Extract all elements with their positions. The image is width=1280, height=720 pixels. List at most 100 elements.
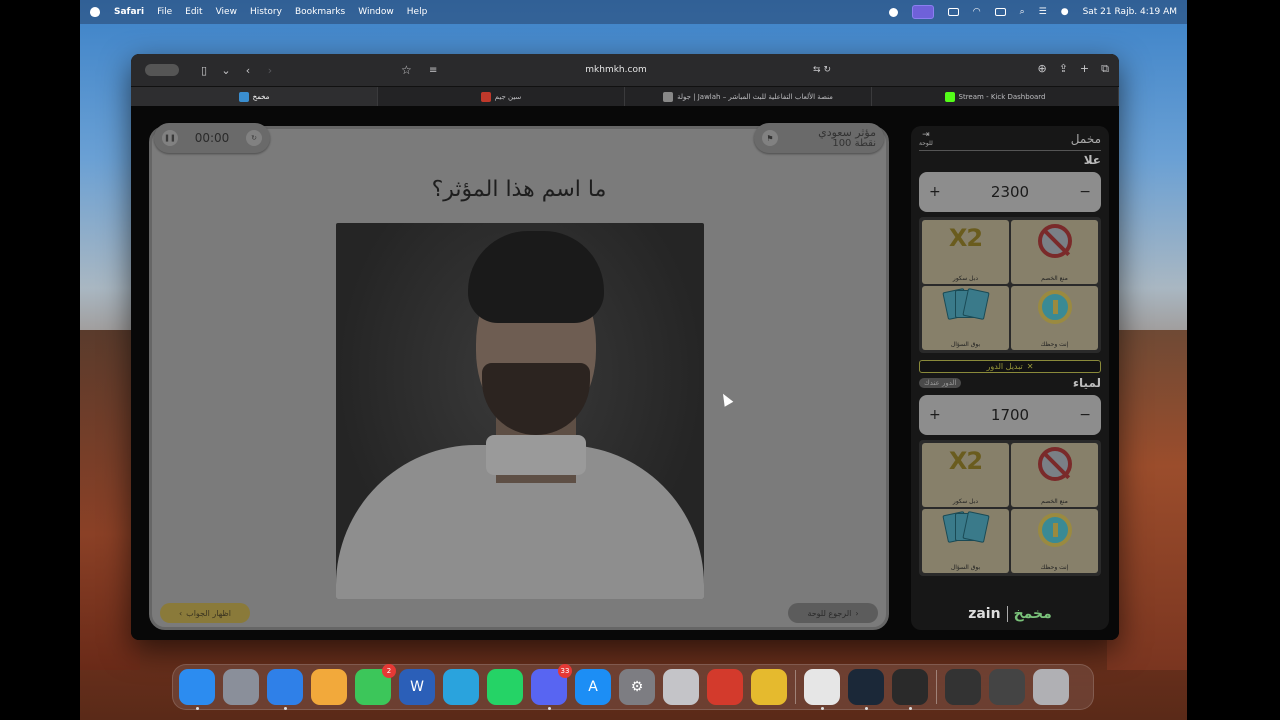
swap-label: تبديل الدور	[986, 362, 1023, 371]
question-image	[336, 223, 704, 599]
back-to-board-button[interactable]: الرجوع للوحة ›	[788, 603, 878, 623]
dock-chrome-icon[interactable]	[751, 669, 787, 705]
downloads-icon[interactable]: ⊕	[1037, 62, 1046, 76]
dock-whatsapp-icon[interactable]	[487, 669, 523, 705]
dock-trash-icon[interactable]	[1033, 669, 1069, 705]
dock-word-icon[interactable]: W	[399, 669, 435, 705]
tab-label: Stream - Kick Dashboard	[958, 92, 1046, 101]
powerup-luck-wheel[interactable]: إنت وحظك	[1011, 286, 1098, 350]
dock-obs-icon[interactable]	[892, 669, 928, 710]
dock-finder-icon[interactable]	[179, 669, 215, 710]
translate-reload-icon[interactable]: ⇆ ↻	[813, 65, 831, 75]
dock-safari-icon[interactable]	[267, 669, 303, 710]
menu-help[interactable]: Help	[407, 7, 428, 17]
menu-history[interactable]: History	[250, 7, 282, 17]
tab-overview-icon[interactable]: ⧉	[1101, 62, 1109, 76]
powerup-block-opponent[interactable]: منع الخصم	[1011, 220, 1098, 284]
dock-system-settings-icon[interactable]: ⚙	[619, 669, 655, 705]
powerup-block-opponent[interactable]: منع الخصم	[1011, 443, 1098, 507]
team-1-name: علا	[1083, 153, 1101, 167]
powerup-question-horn[interactable]: بوق السؤال	[922, 509, 1009, 573]
score-decrement-button[interactable]: −	[1079, 407, 1091, 423]
image-collar	[486, 435, 586, 475]
menubar-datetime[interactable]: Sat 21 Rajb. 4:19 AM	[1083, 7, 1177, 17]
score-increment-button[interactable]: +	[929, 184, 941, 200]
sidebar-toggle-icon[interactable]: ▯	[197, 63, 211, 77]
share-icon[interactable]: ⇪	[1059, 62, 1068, 76]
menu-file[interactable]: File	[157, 7, 172, 17]
score-decrement-button[interactable]: −	[1079, 184, 1091, 200]
powerup-label: إنت وحظك	[1040, 341, 1069, 348]
menu-app-name[interactable]: Safari	[114, 7, 144, 17]
powerup-luck-wheel[interactable]: إنت وحظك	[1011, 509, 1098, 573]
swap-turn-button[interactable]: تبديل الدور ✕	[919, 360, 1101, 373]
menu-edit[interactable]: Edit	[185, 7, 202, 17]
category-points: 100 نقطة	[832, 137, 876, 149]
show-answer-label: اظهار الجواب	[186, 608, 232, 618]
powerup-question-horn[interactable]: بوق السؤال	[922, 286, 1009, 350]
dock-launchpad-icon[interactable]	[223, 669, 259, 705]
back-to-board-link[interactable]: ⇥ للوحة	[919, 130, 933, 147]
facetime-badge: 2	[382, 664, 396, 678]
zain-logo: zain	[968, 606, 1001, 622]
dock-iphone-mirroring-icon[interactable]	[663, 669, 699, 705]
question-text: ما اسم هذا المؤثر؟	[431, 177, 607, 202]
chevron-left-icon: ‹	[178, 608, 183, 618]
x2-icon: X2	[948, 447, 983, 475]
tab-label: جولة | Jawlah – منصة الألعاب التفاعلية ل…	[677, 92, 833, 101]
powerup-double-score[interactable]: X2 دبل سكور	[922, 220, 1009, 284]
tab-kick[interactable]: Stream - Kick Dashboard	[872, 87, 1119, 106]
reset-icon[interactable]: ↻	[246, 130, 262, 146]
chevron-down-icon[interactable]: ⌄	[219, 63, 233, 77]
dock-facetime-icon[interactable]: 2	[355, 664, 396, 705]
apple-icon[interactable]	[90, 7, 100, 17]
team-2-score-value: 1700	[990, 406, 1030, 424]
tab-jawlah[interactable]: جولة | Jawlah – منصة الألعاب التفاعلية ل…	[625, 87, 872, 106]
dock-parallels-icon[interactable]	[707, 669, 743, 705]
ban-icon	[1037, 224, 1072, 258]
menu-bookmarks[interactable]: Bookmarks	[295, 7, 345, 17]
record-status-icon[interactable]	[888, 7, 898, 17]
input-source-icon[interactable]	[994, 8, 1006, 16]
star-icon[interactable]: ☆	[401, 63, 412, 77]
dock-printer-icon[interactable]	[804, 669, 840, 710]
tab-label: مخمخ	[252, 92, 270, 101]
flag-icon[interactable]: ⚑	[762, 130, 778, 146]
powerup-double-score[interactable]: X2 دبل سكور	[922, 443, 1009, 507]
cards-icon	[941, 511, 991, 543]
menu-window[interactable]: Window	[358, 7, 394, 17]
team-2-name: لمياء	[1072, 376, 1101, 390]
new-tab-icon[interactable]: +	[1080, 62, 1089, 76]
page-menu-icon[interactable]: ≡	[429, 65, 437, 76]
battery-icon[interactable]	[947, 8, 959, 16]
powerup-label: بوق السؤال	[950, 341, 981, 348]
tab-label: سين جيم	[494, 92, 522, 101]
address-bar[interactable]: ☆ ≡ mkhmkh.com ⇆ ↻	[401, 60, 831, 80]
dock-telegram-icon[interactable]	[443, 669, 479, 705]
powerup-label: إنت وحظك	[1040, 564, 1069, 571]
dock-photos-icon[interactable]	[311, 669, 347, 705]
back-to-board-label: الرجوع للوحة	[807, 608, 852, 618]
pause-icon[interactable]: ❚❚	[162, 130, 178, 146]
control-center-icon[interactable]: ☰	[1039, 7, 1047, 17]
dock-window-thumbnail[interactable]	[945, 669, 981, 705]
siri-icon[interactable]: ●	[1061, 7, 1069, 17]
browser-toolbar: ▯ ⌄ ‹ › ☆ ≡ mkhmkh.com ⇆ ↻ ⊕ ⇪ + ⧉	[131, 54, 1119, 86]
x2-icon: X2	[948, 224, 983, 252]
dock-window-thumbnail[interactable]	[989, 669, 1025, 705]
keyboard-input-icon[interactable]	[911, 5, 934, 19]
window-controls[interactable]	[145, 64, 179, 76]
menu-view[interactable]: View	[216, 7, 237, 17]
tab-seen-jeem[interactable]: سين جيم	[378, 87, 625, 106]
tab-mkhmkh[interactable]: مخمخ	[131, 87, 378, 106]
dock-discord-icon[interactable]: 33	[531, 664, 572, 710]
dock-steam-icon[interactable]	[848, 669, 884, 710]
spotlight-search-icon[interactable]: ⌕	[1020, 7, 1025, 17]
score-increment-button[interactable]: +	[929, 407, 941, 423]
powerup-label: منع الخصم	[1041, 275, 1068, 282]
forward-arrow-icon[interactable]: ›	[263, 63, 277, 77]
show-answer-button[interactable]: ‹ اظهار الجواب	[160, 603, 250, 623]
dock-app-store-icon[interactable]: A	[575, 669, 611, 705]
back-arrow-icon[interactable]: ‹	[241, 63, 255, 77]
wifi-icon[interactable]: ◠	[973, 7, 981, 17]
